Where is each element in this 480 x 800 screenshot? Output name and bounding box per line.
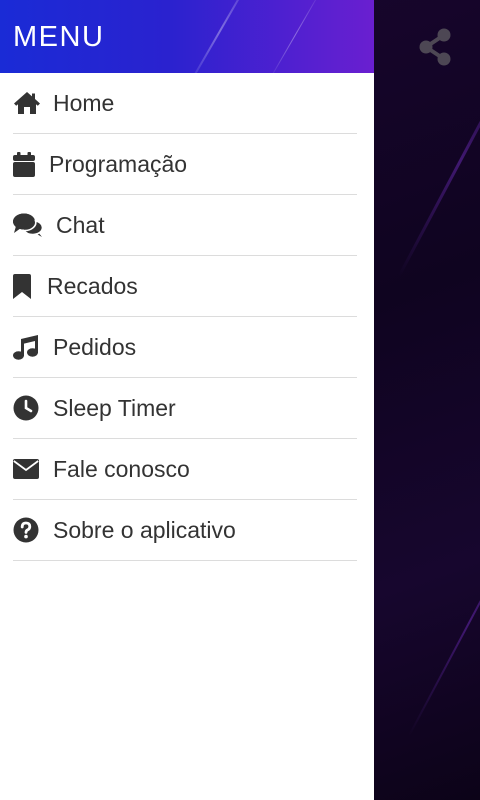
calendar-icon xyxy=(13,151,37,177)
menu-item-chat[interactable]: Chat xyxy=(13,195,357,256)
drawer-title: MENU xyxy=(13,21,105,53)
music-note-icon xyxy=(13,334,41,360)
menu-item-label: Sobre o aplicativo xyxy=(53,516,236,543)
menu-item-label: Programação xyxy=(49,150,188,177)
menu-item-sobre[interactable]: Sobre o aplicativo xyxy=(13,500,357,561)
menu-item-programacao[interactable]: Programação xyxy=(13,134,357,195)
menu-item-label: Recados xyxy=(47,272,138,299)
menu-item-pedidos[interactable]: Pedidos xyxy=(13,317,357,378)
header-light-streak xyxy=(267,0,323,73)
header-light-streak xyxy=(184,0,256,73)
menu-item-label: Pedidos xyxy=(53,333,137,360)
share-button[interactable] xyxy=(414,26,456,68)
menu-item-home[interactable]: Home xyxy=(13,73,357,134)
navigation-drawer: MENU Home Programação Chat Recados Pedid… xyxy=(0,0,374,800)
app-screen: MENU Home Programação Chat Recados Pedid… xyxy=(0,0,480,800)
share-icon xyxy=(419,28,451,66)
background-light-streak xyxy=(397,46,480,277)
menu-item-label: Home xyxy=(53,89,115,116)
background-light-streak xyxy=(408,505,480,737)
drawer-header: MENU xyxy=(0,0,374,73)
menu-list: Home Programação Chat Recados Pedidos Sl… xyxy=(0,73,374,561)
menu-item-sleep-timer[interactable]: Sleep Timer xyxy=(13,378,357,439)
menu-item-label: Chat xyxy=(56,211,105,238)
menu-item-label: Sleep Timer xyxy=(53,394,176,421)
home-icon xyxy=(13,90,41,116)
menu-item-fale-conosco[interactable]: Fale conosco xyxy=(13,439,357,500)
menu-item-recados[interactable]: Recados xyxy=(13,256,357,317)
chat-icon xyxy=(13,212,44,238)
bookmark-icon xyxy=(13,273,35,299)
menu-item-label: Fale conosco xyxy=(53,455,190,482)
clock-icon xyxy=(13,395,41,421)
help-circle-icon xyxy=(13,517,41,543)
envelope-icon xyxy=(13,456,41,482)
